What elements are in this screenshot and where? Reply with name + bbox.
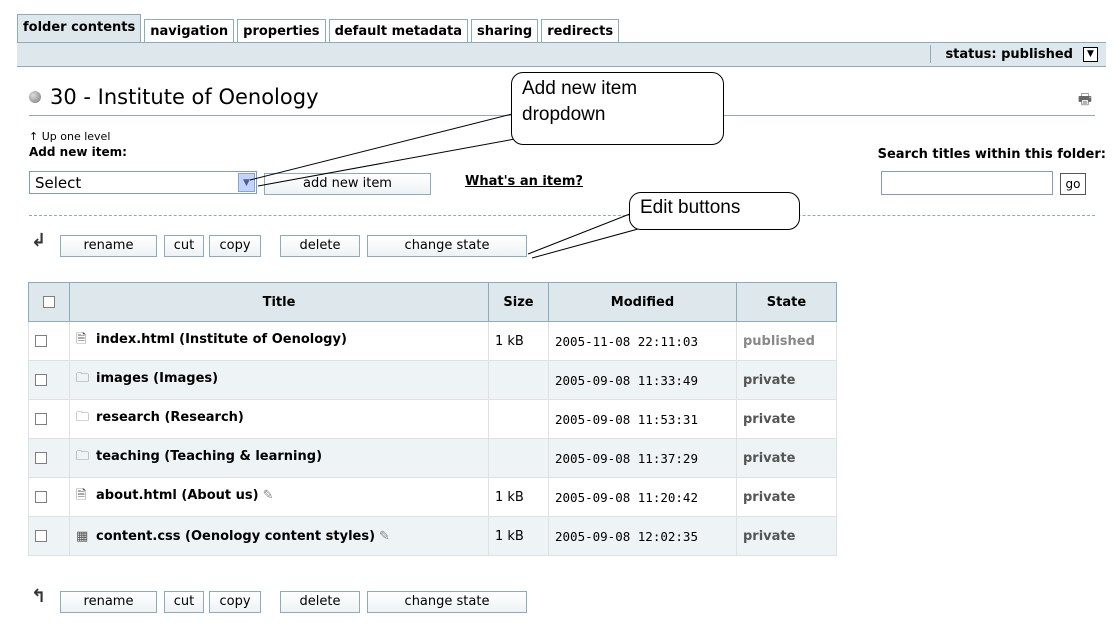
edit-buttons-callout: Edit buttons: [629, 192, 800, 230]
add-new-item-callout: Add new item dropdown: [511, 72, 724, 145]
